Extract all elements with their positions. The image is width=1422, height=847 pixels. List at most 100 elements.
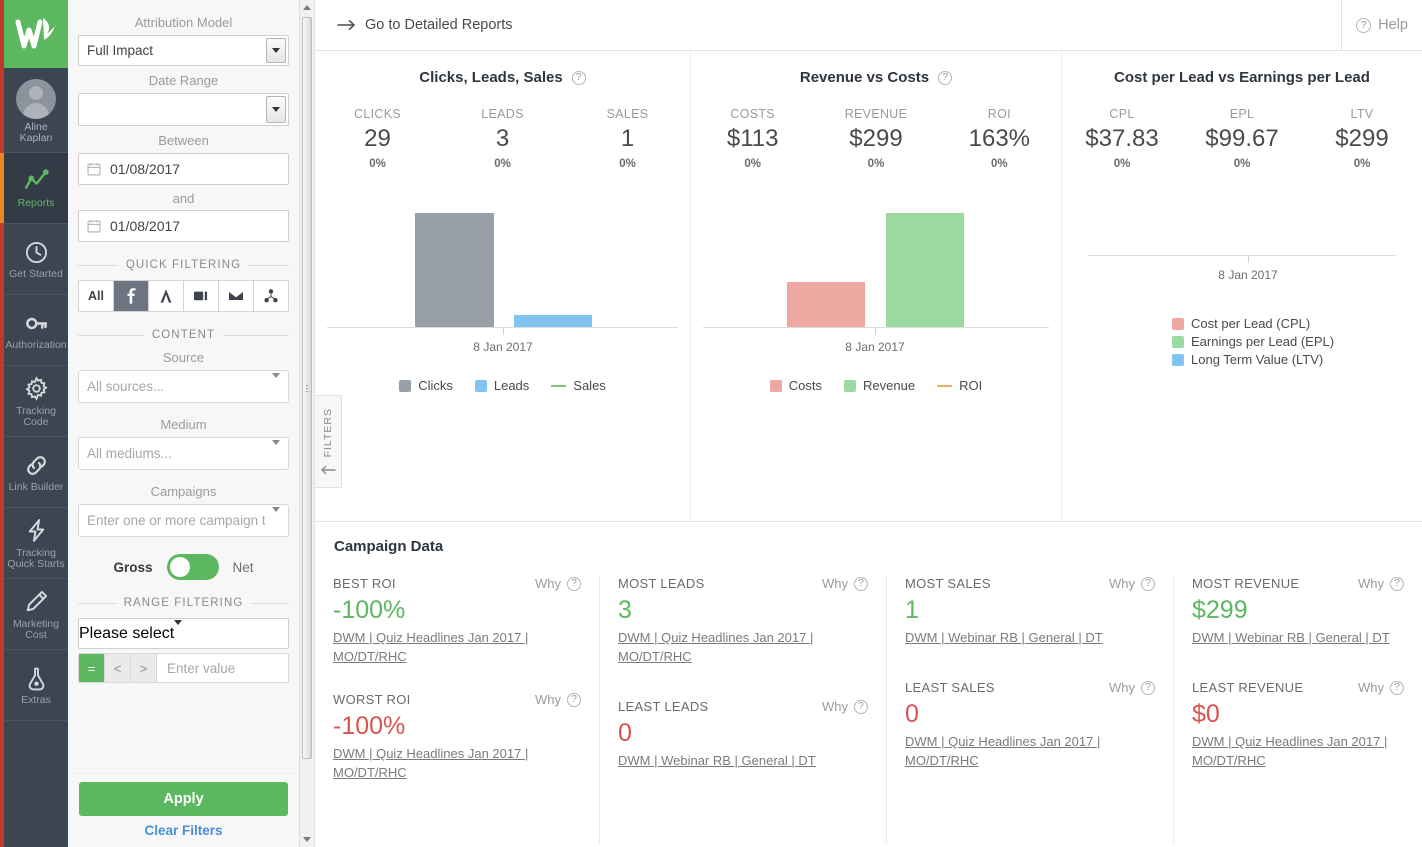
campaigns-label: Campaigns: [150, 484, 217, 499]
question-mark-icon[interactable]: ?: [571, 70, 586, 85]
sidebar-item-label: Extras: [21, 694, 51, 707]
why-button[interactable]: Why ?: [822, 699, 868, 714]
legend-item-epl[interactable]: Earnings per Lead (EPL): [1172, 334, 1422, 349]
quick-filter-ads[interactable]: [184, 281, 219, 311]
quick-filter-all[interactable]: All: [79, 281, 114, 311]
sidebar-item-tracking-code[interactable]: Tracking Code: [4, 366, 68, 437]
sidebar-item-authorization[interactable]: Authorization: [4, 295, 68, 366]
why-button[interactable]: Why ?: [1109, 576, 1155, 591]
medium-select[interactable]: All mediums...: [78, 437, 289, 470]
date-range-select[interactable]: [78, 93, 289, 126]
chevron-down-icon[interactable]: [272, 439, 280, 463]
quick-filter-email[interactable]: [219, 281, 254, 311]
chevron-down-icon[interactable]: [174, 619, 183, 643]
apply-button[interactable]: Apply: [79, 782, 288, 816]
campaign-link-line2[interactable]: MO/DT/RHC: [333, 763, 581, 782]
filters-scrollbar[interactable]: [299, 0, 314, 847]
quick-filter-facebook[interactable]: [114, 281, 149, 311]
campaign-link-line1[interactable]: DWM | Webinar RB | General | DT: [905, 628, 1155, 647]
sidebar-item-label: Link Builder: [8, 481, 64, 494]
campaign-block-value: 3: [618, 596, 632, 624]
scroll-up-button[interactable]: [300, 0, 314, 15]
legend-item-ltv[interactable]: Long Term Value (LTV): [1172, 352, 1422, 367]
legend-item-cpl[interactable]: Cost per Lead (CPL): [1172, 316, 1422, 331]
chevron-down-icon[interactable]: [272, 372, 280, 396]
source-label: Source: [162, 350, 205, 365]
help-button[interactable]: ? Help: [1341, 0, 1422, 51]
chart-1-legend: Clicks Leads Sales: [315, 378, 690, 393]
kpi-label: ROI: [987, 107, 1011, 121]
why-button[interactable]: Why ?: [1358, 576, 1404, 591]
kpi-clicks: CLICKS 29 0%: [315, 107, 440, 170]
kpi-delta: 0%: [369, 158, 386, 170]
scrollbar-thumb[interactable]: [302, 17, 312, 759]
legend-item-leads[interactable]: Leads: [474, 378, 529, 393]
sidebar-item-link-builder[interactable]: Link Builder: [4, 437, 68, 508]
campaign-link-line2[interactable]: MO/DT/RHC: [1192, 751, 1404, 770]
campaigns-input[interactable]: Enter one or more campaign t: [78, 504, 289, 537]
chevron-down-icon[interactable]: [266, 38, 286, 63]
kpi-ltv: LTV $299 0%: [1302, 107, 1422, 170]
why-button[interactable]: Why ?: [1109, 680, 1155, 695]
net-label: Net: [232, 559, 254, 575]
why-button[interactable]: Why ?: [535, 576, 581, 591]
campaign-link-line1[interactable]: DWM | Webinar RB | General | DT: [1192, 628, 1404, 647]
between-date-field[interactable]: 01/08/2017: [78, 153, 289, 185]
chevron-down-icon[interactable]: [272, 506, 280, 530]
and-date-field[interactable]: 01/08/2017: [78, 210, 289, 242]
legend-item-costs[interactable]: Costs: [769, 378, 822, 393]
sidebar-item-get-started[interactable]: Get Started: [4, 224, 68, 295]
clear-filters-link[interactable]: Clear Filters: [79, 823, 288, 838]
chart-2-legend: Costs Revenue ROI: [691, 378, 1061, 393]
chart-1-title: Clicks, Leads, Sales: [419, 69, 563, 86]
attribution-model-select[interactable]: Full Impact: [78, 35, 289, 66]
range-op-equals[interactable]: =: [79, 654, 105, 682]
why-button[interactable]: Why ?: [822, 576, 868, 591]
sidebar-item-tracking-quick-starts[interactable]: Tracking Quick Starts: [4, 508, 68, 579]
range-field-select[interactable]: Please select: [78, 618, 289, 649]
campaign-link-line1[interactable]: DWM | Webinar RB | General | DT: [618, 751, 868, 770]
why-button[interactable]: Why ?: [1358, 680, 1404, 695]
why-button[interactable]: Why ?: [535, 692, 581, 707]
kpi-label: LEADS: [481, 107, 524, 121]
campaign-link-line1[interactable]: DWM | Quiz Headlines Jan 2017 |: [1192, 732, 1404, 751]
filters-collapse-tab[interactable]: FILTERS: [315, 395, 342, 488]
go-to-detailed-reports-link[interactable]: Go to Detailed Reports: [315, 17, 513, 33]
campaign-link-line1[interactable]: DWM | Quiz Headlines Jan 2017 |: [333, 628, 581, 647]
source-placeholder: All sources...: [87, 379, 165, 394]
range-value-input[interactable]: Enter value: [157, 654, 288, 682]
legend-item-clicks[interactable]: Clicks: [399, 378, 453, 393]
bar-revenue[interactable]: [886, 213, 964, 328]
campaign-link-line2[interactable]: MO/DT/RHC: [333, 647, 581, 666]
gross-net-toggle[interactable]: [166, 554, 219, 580]
campaign-link-line2[interactable]: MO/DT/RHC: [905, 751, 1155, 770]
campaign-link-line1[interactable]: DWM | Quiz Headlines Jan 2017 |: [618, 628, 868, 647]
source-select[interactable]: All sources...: [78, 370, 289, 403]
pencil-icon: [24, 587, 49, 617]
quick-filter-network[interactable]: [254, 281, 288, 311]
campaign-block-header: WORST ROI Why ?: [333, 692, 581, 707]
range-op-greater[interactable]: >: [131, 654, 157, 682]
quick-filter-adwords[interactable]: [149, 281, 184, 311]
campaign-link-line1[interactable]: DWM | Quiz Headlines Jan 2017 |: [333, 744, 581, 763]
sidebar-item-extras[interactable]: Extras: [4, 650, 68, 721]
question-mark-icon[interactable]: ?: [938, 70, 953, 85]
legend-item-roi[interactable]: ROI: [937, 378, 982, 393]
sidebar-item-reports[interactable]: Reports: [0, 153, 68, 224]
range-op-less[interactable]: <: [105, 654, 131, 682]
kpi-cpl: CPL $37.83 0%: [1062, 107, 1182, 170]
legend-item-revenue[interactable]: Revenue: [844, 378, 915, 393]
bar-clicks[interactable]: [415, 213, 494, 328]
why-label: Why: [1358, 680, 1384, 695]
legend-swatch-icon: [1172, 353, 1184, 366]
bar-costs[interactable]: [787, 282, 865, 328]
scroll-down-button[interactable]: [300, 832, 314, 847]
wicked-reports-logo[interactable]: [4, 0, 68, 68]
chevron-down-icon[interactable]: [266, 96, 286, 123]
kpi-value: $299: [849, 125, 903, 152]
legend-item-sales[interactable]: Sales: [551, 378, 606, 393]
sidebar-item-marketing-cost[interactable]: Marketing Cost: [4, 579, 68, 650]
campaign-link-line2[interactable]: MO/DT/RHC: [618, 647, 868, 666]
user-profile[interactable]: Aline Kaplan: [4, 68, 68, 153]
campaign-link-line1[interactable]: DWM | Quiz Headlines Jan 2017 |: [905, 732, 1155, 751]
